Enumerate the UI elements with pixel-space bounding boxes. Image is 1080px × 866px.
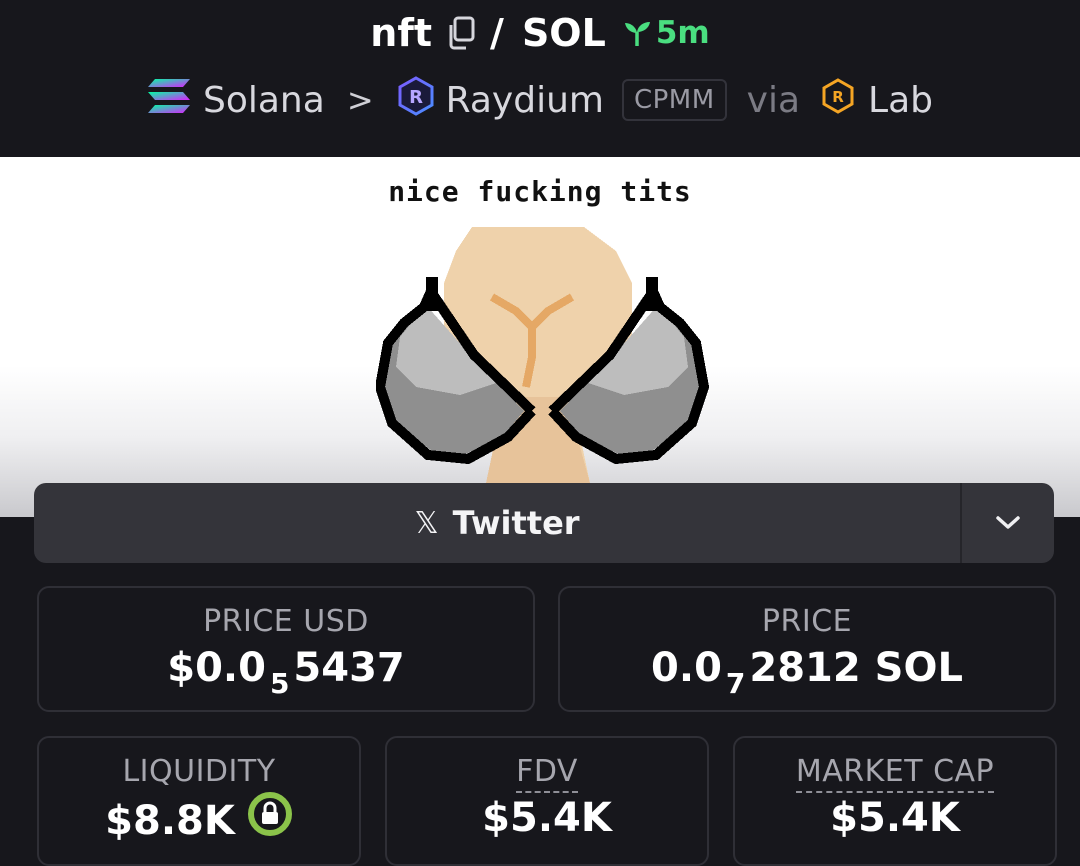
dex-link[interactable]: Raydium [446, 80, 604, 121]
pair-header: nft / SOL 5m Solana > R Raydium CPMM via… [0, 0, 1080, 157]
seedling-icon [624, 22, 650, 46]
token-banner-image: nice fucking tits [0, 157, 1080, 517]
price-native-label: PRICE [761, 604, 853, 639]
price-usd-prefix: $0.0 [167, 645, 266, 691]
market-cap-label: MARKET CAP [735, 754, 1055, 793]
breadcrumb-separator: > [346, 81, 374, 119]
price-native-card: PRICE 0.0 7 2812 SOL [558, 586, 1056, 712]
socials-bar: 𝕏 Twitter [34, 483, 1054, 563]
pair-age: 5m [622, 15, 710, 51]
quote-symbol: SOL [521, 11, 606, 55]
price-native-zero-count: 7 [725, 667, 746, 700]
liquidity-value: $8.8K [105, 798, 235, 844]
banner-caption: nice fucking tits [388, 175, 692, 208]
pair-age-label: 5m [655, 15, 710, 51]
via-label: via [746, 79, 801, 121]
price-usd-digits: 5437 [293, 645, 405, 691]
liquidity-value-row: $8.8K [39, 792, 359, 851]
liquidity-card: LIQUIDITY $8.8K [37, 736, 361, 866]
svg-text:R: R [409, 87, 423, 108]
market-cap-label-text: MARKET CAP [795, 754, 995, 793]
x-logo-icon: 𝕏 [414, 505, 439, 541]
pair-separator: / [490, 11, 504, 55]
twitter-button[interactable]: 𝕏 Twitter [34, 483, 960, 563]
price-usd-label: PRICE USD [203, 604, 369, 639]
price-usd-card: PRICE USD $0.0 5 5437 [37, 586, 535, 712]
pool-type-badge: CPMM [621, 79, 727, 121]
fdv-label-text: FDV [516, 754, 578, 793]
launchpad-link[interactable]: Lab [868, 80, 933, 121]
fdv-label: FDV [387, 754, 707, 793]
solana-logo-icon [147, 78, 191, 123]
price-native-prefix: 0.0 [651, 645, 722, 691]
liquidity-label: LIQUIDITY [122, 754, 276, 789]
market-cap-card[interactable]: MARKET CAP $5.4K [733, 736, 1057, 866]
more-links-button[interactable] [962, 483, 1054, 563]
market-cap-value: $5.4K [830, 795, 960, 841]
breadcrumb: Solana > R Raydium CPMM via R Lab [0, 74, 1080, 126]
price-usd-zero-count: 5 [269, 667, 290, 700]
lab-logo-icon: R [820, 77, 856, 123]
chain-link[interactable]: Solana [203, 80, 325, 121]
chevron-down-icon [996, 516, 1020, 529]
lock-icon[interactable] [247, 791, 293, 847]
pair-title-row: nft / SOL 5m [0, 8, 1080, 58]
price-usd-value: $0.0 5 5437 [39, 645, 533, 700]
fdv-value: $5.4K [482, 795, 612, 841]
copy-icon[interactable] [446, 16, 476, 50]
fdv-card[interactable]: FDV $5.4K [385, 736, 709, 866]
price-native-digits: 2812 SOL [749, 645, 963, 691]
svg-text:R: R [832, 88, 844, 106]
raydium-logo-icon: R [396, 75, 436, 125]
price-native-value: 0.0 7 2812 SOL [560, 645, 1054, 700]
twitter-label: Twitter [452, 504, 580, 542]
token-symbol: nft [370, 11, 433, 55]
banner-pixel-art [376, 227, 710, 483]
